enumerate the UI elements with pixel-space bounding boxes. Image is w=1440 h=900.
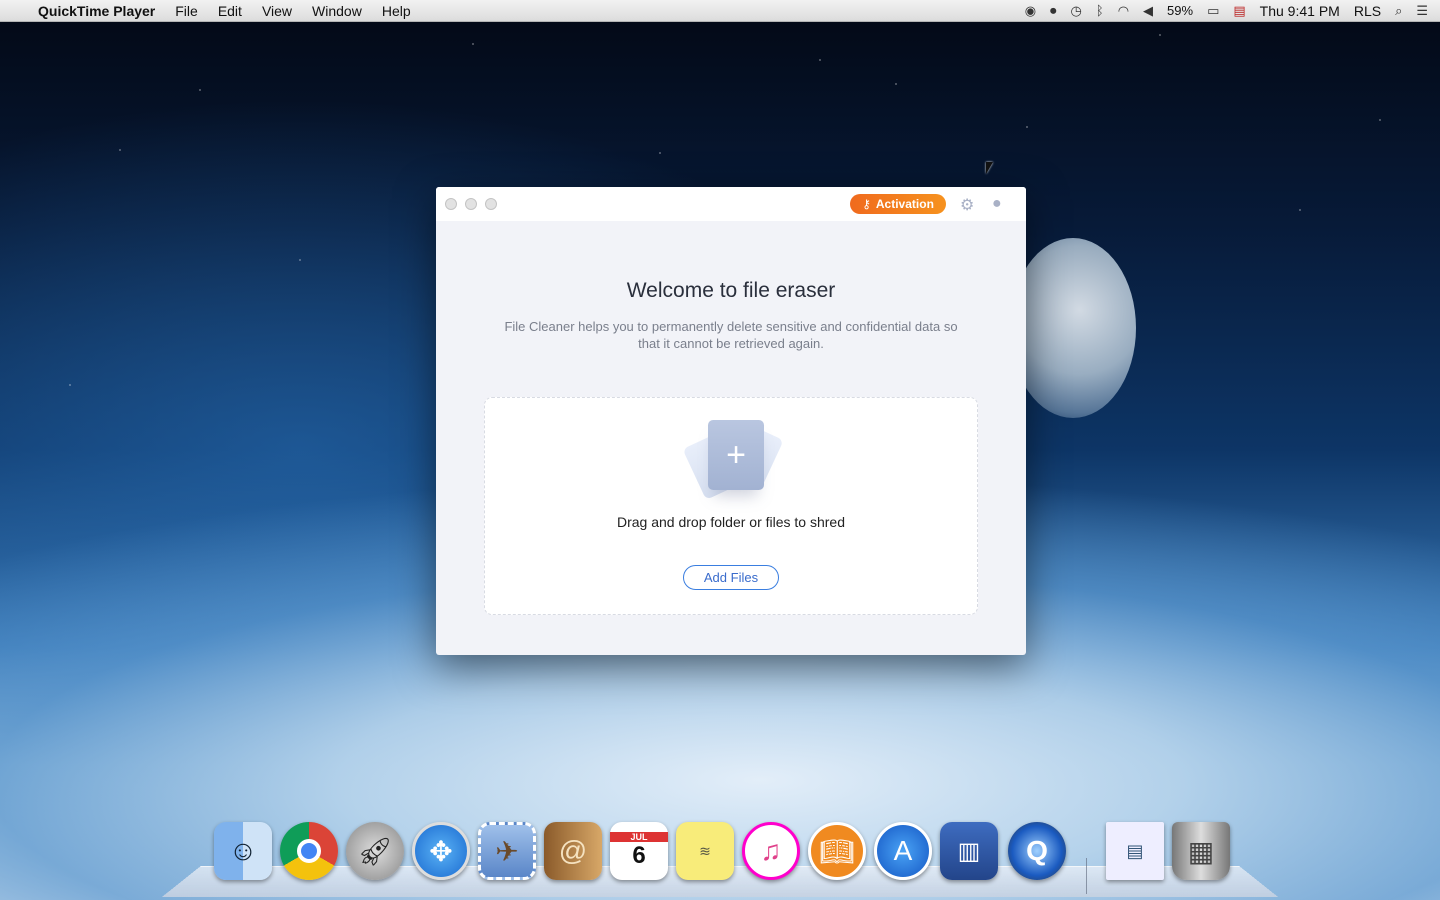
clock[interactable]: Thu 9:41 PM bbox=[1260, 3, 1340, 19]
add-files-button[interactable]: Add Files bbox=[683, 565, 779, 590]
user-name[interactable]: RLS bbox=[1354, 3, 1381, 19]
dock-ibooks-icon[interactable]: 📖︎ bbox=[808, 822, 866, 880]
wallpaper-moon bbox=[1010, 238, 1136, 418]
activation-button[interactable]: ⚷ Activation bbox=[850, 194, 946, 214]
wifi-icon[interactable]: ◠ bbox=[1118, 3, 1129, 19]
dock-itunes-icon[interactable]: ♫ bbox=[742, 822, 800, 880]
dock-trash-icon[interactable]: ▦ bbox=[1172, 822, 1230, 880]
dock-chrome-icon[interactable] bbox=[280, 822, 338, 880]
bluetooth-icon[interactable]: ᛒ bbox=[1096, 3, 1104, 18]
dock-quicktime-icon[interactable]: Q bbox=[1008, 822, 1066, 880]
drop-instructions: Drag and drop folder or files to shred bbox=[485, 514, 977, 530]
dock-safari-icon[interactable]: ✥ bbox=[412, 822, 470, 880]
description: File Cleaner helps you to permanently de… bbox=[496, 318, 966, 352]
calendar-day: 6 bbox=[632, 842, 645, 870]
activation-label: Activation bbox=[876, 197, 934, 211]
menu-view[interactable]: View bbox=[252, 3, 302, 19]
calendar-month: JUL bbox=[610, 832, 668, 842]
minimize-button[interactable] bbox=[465, 198, 477, 210]
volume-icon[interactable]: ◀ bbox=[1143, 3, 1153, 19]
flag-us-icon[interactable]: ▤ bbox=[1233, 3, 1245, 19]
dock-calendar-icon[interactable]: JUL6 bbox=[610, 822, 668, 880]
dock-separator bbox=[1086, 858, 1087, 894]
notification-center-icon[interactable]: ☰ bbox=[1416, 3, 1428, 19]
dock-mail-icon[interactable]: ✈ bbox=[478, 822, 536, 880]
dock-launchpad-icon[interactable]: 🚀︎ bbox=[346, 822, 404, 880]
menu-edit[interactable]: Edit bbox=[208, 3, 252, 19]
menu-app-name[interactable]: QuickTime Player bbox=[28, 3, 165, 19]
toggle-icon[interactable]: ◉ bbox=[1025, 3, 1036, 19]
dock-contacts-icon[interactable]: @ bbox=[544, 822, 602, 880]
title-bar: ⚷ Activation ⚙ ● bbox=[436, 187, 1026, 221]
drop-zone[interactable]: + Drag and drop folder or files to shred… bbox=[484, 397, 978, 615]
dock-file-shredder-icon[interactable]: ▥ bbox=[940, 822, 998, 880]
key-icon: ⚷ bbox=[862, 197, 871, 211]
gear-icon[interactable]: ⚙ bbox=[960, 195, 974, 215]
spotlight-search-icon[interactable]: ⌕ bbox=[1395, 3, 1402, 19]
dock-app-store-icon[interactable]: A bbox=[874, 822, 932, 880]
page-title: Welcome to file eraser bbox=[436, 279, 1026, 303]
close-button[interactable] bbox=[445, 198, 457, 210]
menu-bar: QuickTime Player File Edit View Window H… bbox=[0, 0, 1440, 22]
time-machine-icon[interactable]: ◷ bbox=[1071, 3, 1082, 19]
file-eraser-window: ⚷ Activation ⚙ ● Welcome to file eraser … bbox=[436, 187, 1026, 655]
history-clock-icon[interactable]: ● bbox=[992, 195, 1002, 213]
menu-file[interactable]: File bbox=[165, 3, 208, 19]
zoom-button[interactable] bbox=[485, 198, 497, 210]
battery-percent[interactable]: 59% bbox=[1167, 3, 1193, 18]
mouse-pointer-icon bbox=[986, 162, 993, 174]
battery-icon[interactable]: ▭ bbox=[1207, 3, 1219, 19]
record-stop-icon[interactable]: ⏺ bbox=[1050, 3, 1057, 19]
menu-help[interactable]: Help bbox=[372, 3, 421, 19]
menu-window[interactable]: Window bbox=[302, 3, 372, 19]
dock-finder-icon[interactable]: ☺ bbox=[214, 822, 272, 880]
dock-notes-icon[interactable]: ≋ bbox=[676, 822, 734, 880]
dock-downloads-stack-icon[interactable]: ▤ bbox=[1106, 822, 1164, 880]
add-files-illustration-icon: + bbox=[680, 418, 784, 508]
